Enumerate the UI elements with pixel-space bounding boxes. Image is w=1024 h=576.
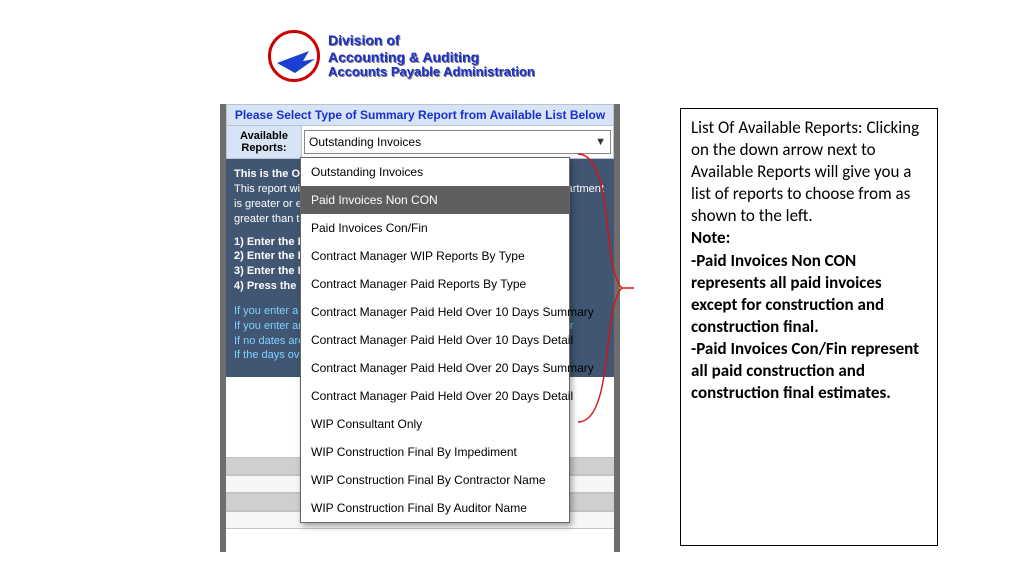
logo-text: Division of Accounting & Auditing Accoun… bbox=[328, 32, 535, 79]
option-wip-final-auditor[interactable]: WIP Construction Final By Auditor Name bbox=[301, 494, 569, 522]
available-reports-label: Available Reports: bbox=[227, 126, 302, 158]
reports-dropdown-list[interactable]: Outstanding Invoices Paid Invoices Non C… bbox=[300, 157, 570, 523]
option-cm-held-10-summary[interactable]: Contract Manager Paid Held Over 10 Days … bbox=[301, 298, 569, 326]
panel-header: Please Select Type of Summary Report fro… bbox=[226, 104, 614, 126]
option-cm-paid-by-type[interactable]: Contract Manager Paid Reports By Type bbox=[301, 270, 569, 298]
option-wip-final-contractor[interactable]: WIP Construction Final By Contractor Nam… bbox=[301, 466, 569, 494]
option-cm-held-10-detail[interactable]: Contract Manager Paid Held Over 10 Days … bbox=[301, 326, 569, 354]
option-paid-invoices-con-fin[interactable]: Paid Invoices Con/Fin bbox=[301, 214, 569, 242]
reports-select[interactable]: Outstanding Invoices ▼ bbox=[302, 128, 613, 156]
chevron-down-icon[interactable]: ▼ bbox=[595, 136, 606, 148]
explain-title: List Of Available Reports: bbox=[691, 117, 863, 138]
explanation-box: List Of Available Reports: Clicking on t… bbox=[680, 108, 938, 546]
option-paid-invoices-non-con[interactable]: Paid Invoices Non CON bbox=[301, 186, 569, 214]
option-cm-wip-by-type[interactable]: Contract Manager WIP Reports By Type bbox=[301, 242, 569, 270]
selected-value: Outstanding Invoices bbox=[309, 135, 421, 149]
logo-line1: Division of bbox=[328, 32, 535, 48]
report-selector-row: Available Reports: Outstanding Invoices … bbox=[226, 126, 614, 159]
option-cm-held-20-summary[interactable]: Contract Manager Paid Held Over 20 Days … bbox=[301, 354, 569, 382]
option-wip-consultant[interactable]: WIP Consultant Only bbox=[301, 410, 569, 438]
logo-line2: Accounting & Auditing bbox=[328, 49, 535, 65]
callout-bracket bbox=[574, 150, 634, 426]
logo-badge bbox=[268, 30, 320, 82]
option-outstanding-invoices[interactable]: Outstanding Invoices bbox=[301, 158, 569, 186]
explain-bullet2: -Paid Invoices Con/Fin represent all pai… bbox=[691, 338, 919, 403]
option-wip-final-impediment[interactable]: WIP Construction Final By Impediment bbox=[301, 438, 569, 466]
explain-note-label: Note: bbox=[691, 227, 730, 248]
option-cm-held-20-detail[interactable]: Contract Manager Paid Held Over 20 Days … bbox=[301, 382, 569, 410]
explain-bullet1: -Paid Invoices Non CON represents all pa… bbox=[691, 250, 884, 337]
logo-line3: Accounts Payable Administration bbox=[328, 65, 535, 80]
app-logo: Division of Accounting & Auditing Accoun… bbox=[268, 30, 535, 82]
